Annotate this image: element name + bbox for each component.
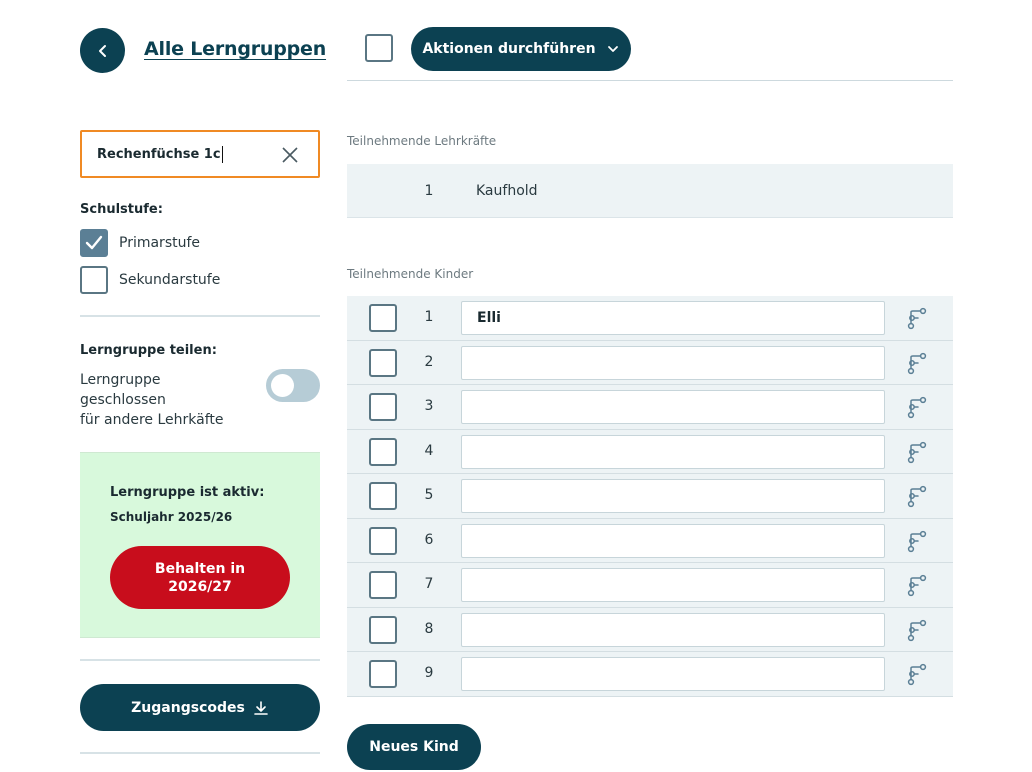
chevron-down-icon	[607, 46, 618, 52]
kid-row: 2	[347, 340, 953, 385]
chevron-left-icon	[98, 44, 106, 57]
kid-select-checkbox[interactable]	[369, 660, 397, 688]
kid-row: 1 Elli	[347, 296, 953, 341]
kid-number: 9	[424, 665, 434, 681]
share-status-line: Lerngruppe	[80, 372, 161, 388]
share-status-line: geschlossen	[80, 392, 166, 408]
group-name-value: Rechenfüchse 1c	[97, 146, 221, 162]
learning-path-icon[interactable]	[905, 662, 929, 686]
actions-dropdown-button[interactable]: Aktionen durchführen	[411, 27, 631, 71]
share-status-line: für andere Lehrkäfte	[80, 412, 224, 428]
kid-select-checkbox[interactable]	[369, 615, 397, 644]
toggle-knob	[271, 374, 294, 397]
kid-select-checkbox[interactable]	[369, 393, 397, 421]
page-title-link[interactable]: Alle Lerngruppen	[144, 38, 326, 60]
kid-name-input[interactable]	[461, 479, 885, 513]
learning-path-icon[interactable]	[905, 618, 929, 642]
kid-row: 6	[347, 518, 953, 563]
kid-number: 3	[424, 398, 434, 414]
kid-number: 6	[424, 531, 434, 548]
checkmark-icon	[85, 235, 103, 250]
active-status-heading: Lerngruppe ist aktiv:	[110, 485, 265, 500]
kid-number: 1	[424, 309, 434, 325]
kid-number: 8	[424, 620, 434, 637]
select-all-checkbox[interactable]	[365, 34, 393, 62]
close-icon	[282, 147, 298, 163]
kid-select-checkbox[interactable]	[369, 482, 397, 510]
kid-row: 5	[347, 474, 953, 519]
sekundarstufe-label[interactable]: Sekundarstufe	[119, 272, 220, 288]
learning-path-icon[interactable]	[905, 573, 929, 597]
teacher-row: 1 Kaufhold	[347, 164, 953, 218]
kid-row: 4	[347, 429, 953, 474]
access-codes-button[interactable]: Zugangscodes	[80, 684, 320, 731]
download-icon	[254, 700, 268, 715]
learning-path-icon[interactable]	[905, 306, 929, 330]
add-child-label: Neues Kind	[369, 739, 459, 755]
kid-row: 9	[347, 652, 953, 697]
share-toggle[interactable]	[266, 369, 320, 402]
learning-path-icon[interactable]	[905, 484, 929, 508]
clear-input-button[interactable]	[280, 145, 300, 165]
learning-path-icon[interactable]	[905, 351, 929, 375]
kid-select-checkbox[interactable]	[369, 437, 397, 466]
kid-name-input[interactable]	[461, 612, 885, 647]
back-button[interactable]	[80, 28, 125, 73]
kid-select-checkbox[interactable]	[369, 571, 397, 599]
kid-select-checkbox[interactable]	[369, 348, 397, 377]
school-year-text: Schuljahr 2025/26	[110, 510, 233, 524]
share-heading: Lerngruppe teilen:	[80, 343, 217, 358]
primarstufe-checkbox[interactable]	[80, 229, 108, 257]
access-codes-label: Zugangscodes	[131, 699, 245, 716]
kid-select-checkbox[interactable]	[369, 526, 397, 555]
learning-path-icon[interactable]	[905, 395, 929, 419]
kid-name-input[interactable]	[461, 657, 885, 691]
kids-table: 1 Elli 2 3 4 5 6 7 8 9	[347, 296, 953, 697]
sidebar-divider	[80, 315, 320, 317]
sidebar-divider	[80, 752, 320, 754]
share-status-text: Lerngruppe geschlossen für andere Lehrkä…	[80, 370, 224, 430]
kid-name-input[interactable]	[461, 434, 885, 469]
actions-label: Aktionen durchführen	[422, 41, 596, 57]
keep-button-label: 2026/27	[168, 578, 232, 595]
kid-number: 4	[424, 442, 434, 459]
learning-path-icon[interactable]	[905, 529, 929, 553]
kid-row: 3	[347, 385, 953, 430]
kid-number: 5	[424, 487, 434, 503]
teacher-name: Kaufhold	[476, 183, 538, 199]
kid-select-checkbox[interactable]	[369, 304, 397, 332]
kid-name-input[interactable]	[461, 345, 885, 380]
add-child-button[interactable]: Neues Kind	[347, 724, 481, 770]
kid-number: 7	[424, 576, 434, 592]
sekundarstufe-checkbox[interactable]	[80, 266, 108, 294]
kid-name-input[interactable]	[461, 523, 885, 558]
kid-name-input[interactable]	[461, 568, 885, 602]
sidebar-divider	[80, 659, 320, 661]
kids-heading: Teilnehmende Kinder	[347, 267, 474, 281]
learning-path-icon[interactable]	[905, 440, 929, 464]
schulstufe-heading: Schulstufe:	[80, 202, 163, 217]
primarstufe-label[interactable]: Primarstufe	[119, 235, 200, 251]
teacher-number: 1	[424, 183, 434, 199]
text-caret	[221, 145, 223, 163]
kid-name-input[interactable]: Elli	[461, 301, 885, 335]
kid-name-input[interactable]	[461, 390, 885, 424]
teachers-heading: Teilnehmende Lehrkräfte	[347, 134, 497, 148]
group-name-input[interactable]: Rechenfüchse 1c	[80, 130, 320, 178]
kid-row: 8	[347, 607, 953, 652]
kid-row: 7	[347, 563, 953, 608]
active-status-panel	[80, 452, 320, 638]
kid-number: 2	[424, 353, 434, 370]
toolbar-divider	[347, 80, 953, 81]
keep-group-button[interactable]: Behalten in 2026/27	[110, 546, 290, 609]
keep-button-label: Behalten in	[154, 560, 246, 577]
